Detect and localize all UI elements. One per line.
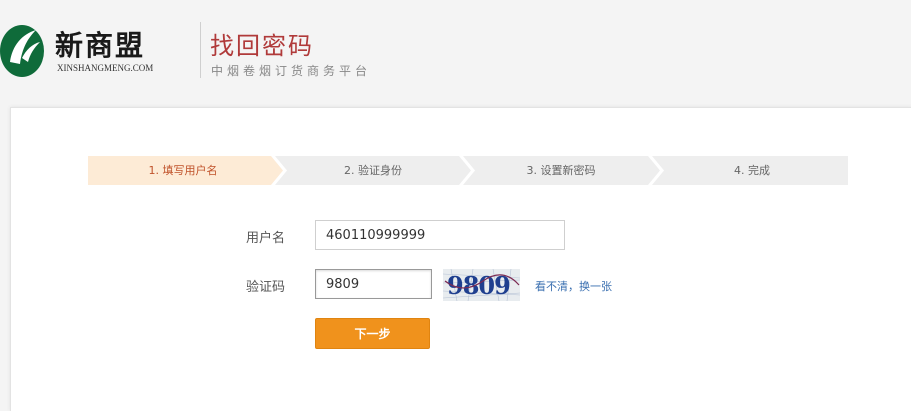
username-label: 用户名 xyxy=(246,231,286,246)
page-subtitle: 中烟卷烟订货商务平台 xyxy=(211,64,372,78)
logo-text: 新商盟 xyxy=(55,29,146,62)
step-progress-bar: 1. 填写用户名 2. 验证身份 3. 设置新密码 4. 完成 xyxy=(88,156,848,185)
captcha-image[interactable]: 9809 xyxy=(443,269,520,301)
step-1-label: 1. 填写用户名 xyxy=(148,164,218,177)
captcha-label: 验证码 xyxy=(246,280,286,295)
main-card: 1. 填写用户名 2. 验证身份 3. 设置新密码 4. 完成 用户名 验证码 … xyxy=(10,107,911,411)
logo-subtext: XINSHANGMENG.COM xyxy=(57,63,154,73)
header: 新商盟 XINSHANGMENG.COM 找回密码 中烟卷烟订货商务平台 xyxy=(0,0,911,104)
header-divider xyxy=(200,22,201,78)
username-input[interactable] xyxy=(315,220,565,250)
step-4-label: 4. 完成 xyxy=(734,164,770,177)
page-title: 找回密码 xyxy=(210,32,314,60)
refresh-captcha-link[interactable]: 看不清，换一张 xyxy=(535,278,612,294)
captcha-input[interactable] xyxy=(315,269,432,299)
step-2-label: 2. 验证身份 xyxy=(344,164,402,177)
next-step-button[interactable]: 下一步 xyxy=(315,318,430,349)
step-3-label: 3. 设置新密码 xyxy=(526,164,596,177)
logo-leaf-icon xyxy=(0,25,44,77)
